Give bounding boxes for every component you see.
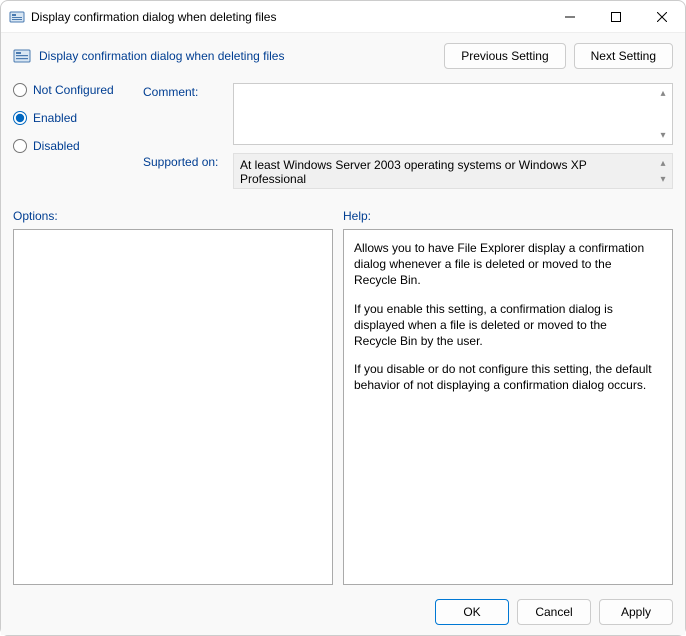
options-label: Options: (13, 209, 333, 223)
titlebar: Display confirmation dialog when deletin… (1, 1, 685, 33)
comment-textarea[interactable]: ▴ ▾ (233, 83, 673, 145)
help-label: Help: (343, 209, 371, 223)
comment-label: Comment: (143, 83, 225, 99)
supported-on-value: At least Windows Server 2003 operating s… (240, 158, 587, 186)
radio-not-configured-label: Not Configured (33, 83, 114, 97)
previous-setting-button[interactable]: Previous Setting (444, 43, 565, 69)
maximize-button[interactable] (593, 1, 639, 32)
policy-header: Display confirmation dialog when deletin… (13, 43, 673, 69)
supported-on-value-box: At least Windows Server 2003 operating s… (233, 153, 673, 189)
radio-enabled[interactable]: Enabled (13, 111, 131, 125)
scroll-down-icon: ▾ (656, 172, 670, 186)
policy-icon (13, 47, 31, 65)
window-title: Display confirmation dialog when deletin… (31, 10, 547, 24)
help-paragraph: Allows you to have File Explorer display… (354, 240, 652, 289)
close-button[interactable] (639, 1, 685, 32)
cancel-button[interactable]: Cancel (517, 599, 591, 625)
radio-enabled-label: Enabled (33, 111, 77, 125)
scroll-up-icon: ▴ (656, 156, 670, 170)
help-paragraph: If you enable this setting, a confirmati… (354, 301, 652, 350)
minimize-button[interactable] (547, 1, 593, 32)
ok-button[interactable]: OK (435, 599, 509, 625)
scroll-up-icon: ▴ (656, 86, 670, 100)
supported-on-label: Supported on: (143, 153, 225, 169)
help-panel: Allows you to have File Explorer display… (343, 229, 673, 585)
radio-disabled[interactable]: Disabled (13, 139, 131, 153)
options-panel (13, 229, 333, 585)
radio-disabled-label: Disabled (33, 139, 80, 153)
help-paragraph: If you disable or do not configure this … (354, 361, 652, 393)
scroll-down-icon: ▾ (656, 128, 670, 142)
policy-editor-icon (9, 9, 25, 25)
radio-not-configured[interactable]: Not Configured (13, 83, 131, 97)
next-setting-button[interactable]: Next Setting (574, 43, 673, 69)
policy-title: Display confirmation dialog when deletin… (39, 49, 436, 63)
dialog-footer: OK Cancel Apply (13, 597, 673, 625)
state-radio-group: Not Configured Enabled Disabled (13, 83, 131, 167)
apply-button[interactable]: Apply (599, 599, 673, 625)
window-controls (547, 1, 685, 32)
